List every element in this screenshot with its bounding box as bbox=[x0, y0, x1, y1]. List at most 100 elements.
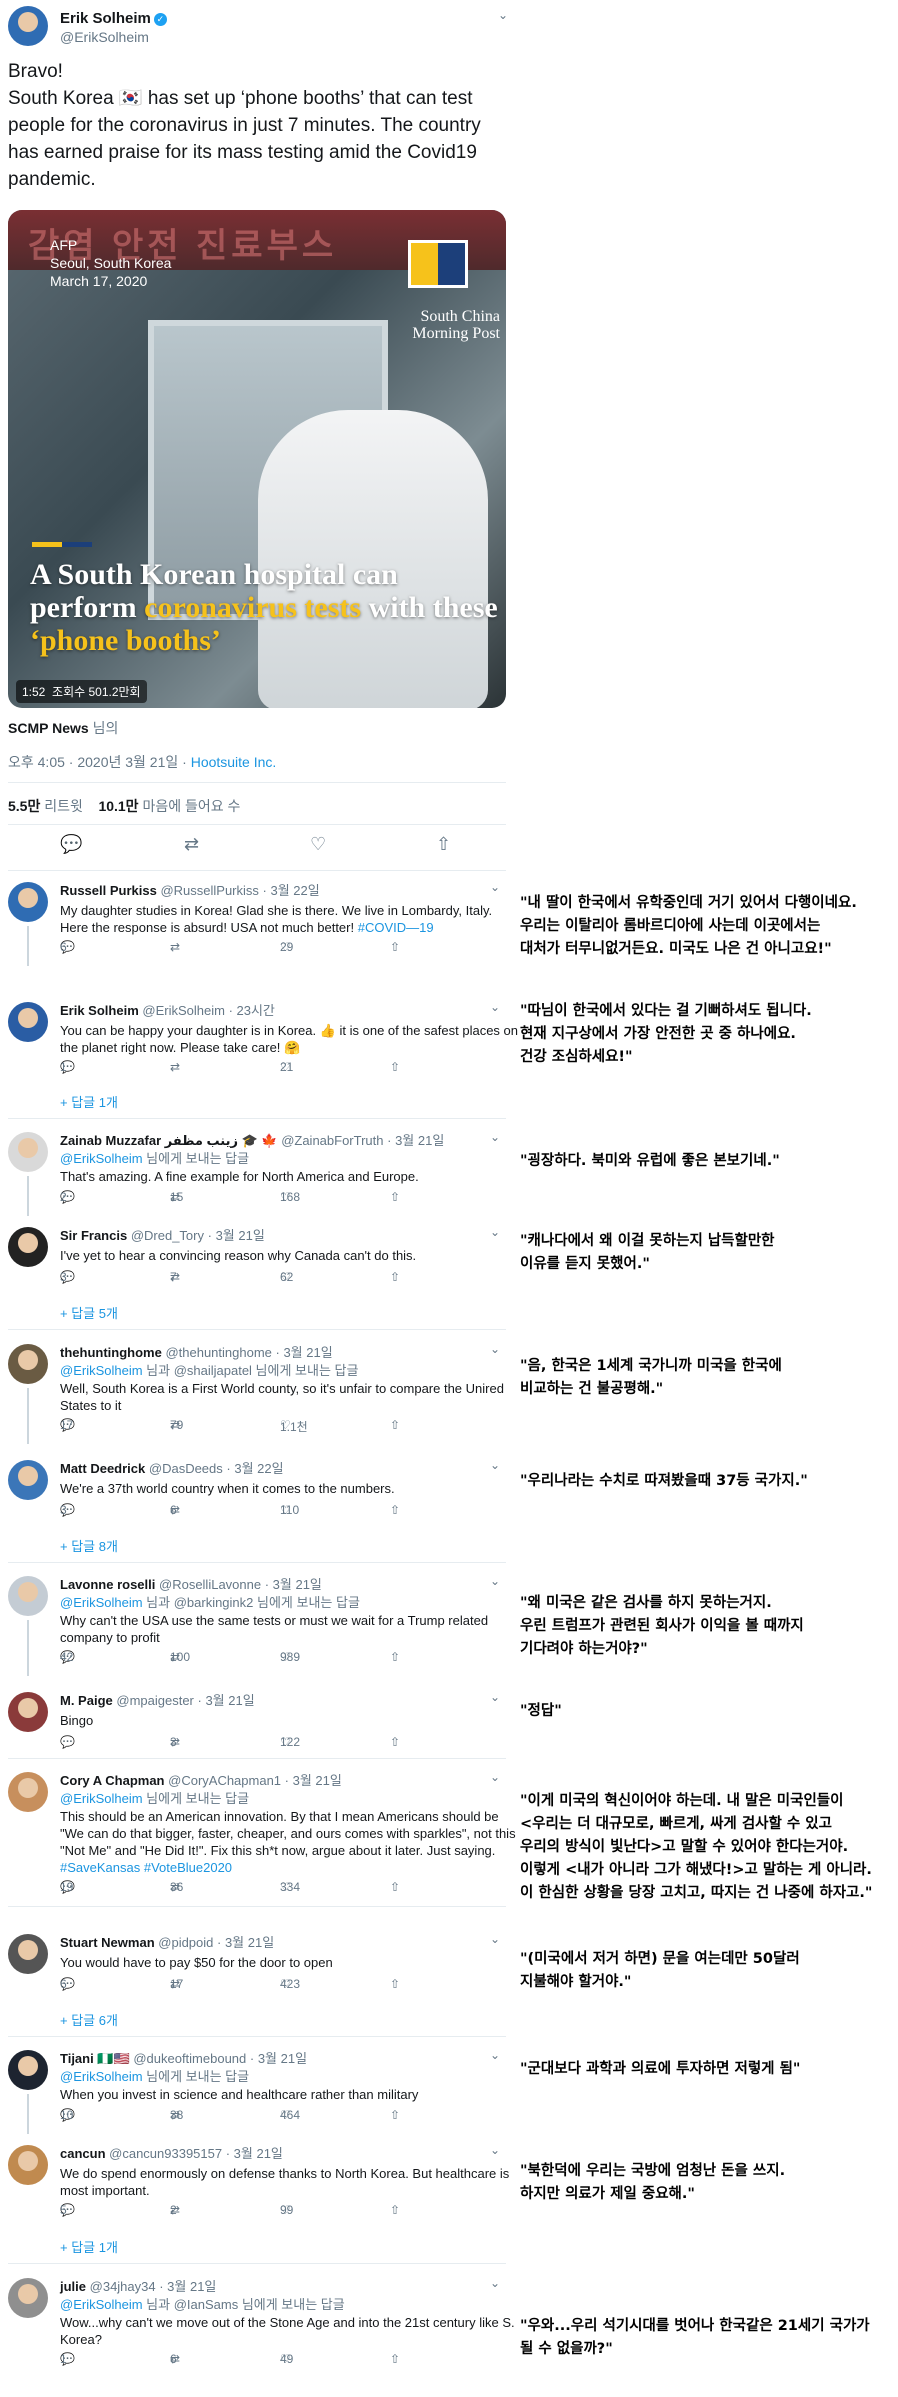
reply-hashtag[interactable]: #COVID—19 bbox=[358, 920, 434, 935]
video-player[interactable]: 감염 안전 진료부스 AFP Seoul, South Korea March … bbox=[8, 210, 506, 708]
show-more-replies[interactable]: + 답글 1개 bbox=[60, 2237, 118, 2256]
like-icon[interactable]: ♡ bbox=[310, 834, 326, 855]
avatar[interactable] bbox=[8, 1772, 48, 1812]
share-icon[interactable]: ⇧ bbox=[390, 2203, 400, 2217]
avatar[interactable] bbox=[8, 1576, 48, 1616]
reply-author-handle[interactable]: @thehuntinghome bbox=[165, 1345, 271, 1360]
share-icon[interactable]: ⇧ bbox=[390, 1735, 400, 1749]
avatar[interactable] bbox=[8, 1002, 48, 1042]
like-label[interactable]: 마음에 들어요 수 bbox=[139, 798, 240, 814]
reply-author-handle[interactable]: @ZainabForTruth bbox=[281, 1133, 383, 1148]
reply-author-handle[interactable]: @mpaigester bbox=[116, 1693, 194, 1708]
reply-to-handle[interactable]: @ErikSolheim bbox=[60, 1363, 143, 1378]
share-icon[interactable]: ⇧ bbox=[390, 1270, 400, 1284]
avatar[interactable] bbox=[8, 2050, 48, 2090]
show-more-replies[interactable]: + 답글 8개 bbox=[60, 1536, 118, 1555]
reply-time[interactable]: · 3월 22일 bbox=[263, 883, 320, 898]
reply-author-handle[interactable]: @DasDeeds bbox=[149, 1461, 223, 1476]
reply-to-handle[interactable]: @ErikSolheim bbox=[60, 1151, 143, 1166]
retweet-count[interactable]: 5.5만 bbox=[8, 798, 40, 814]
share-icon[interactable]: ⇧ bbox=[390, 1880, 400, 1894]
share-icon[interactable]: ⇧ bbox=[390, 1418, 400, 1432]
like-count[interactable]: 10.1만 bbox=[98, 798, 138, 814]
share-icon[interactable]: ⇧ bbox=[390, 1190, 400, 1204]
reply-author-handle[interactable]: @cancun93395157 bbox=[109, 2146, 222, 2161]
avatar[interactable] bbox=[8, 1132, 48, 1172]
reply-time[interactable]: · 3월 21일 bbox=[265, 1577, 322, 1592]
reply-time[interactable]: · 3월 22일 bbox=[226, 1461, 283, 1476]
reply-author-name[interactable]: Matt Deedrick bbox=[60, 1461, 145, 1476]
chevron-down-icon[interactable]: ⌄ bbox=[498, 8, 508, 22]
via-account[interactable]: SCMP News bbox=[8, 720, 89, 736]
chevron-down-icon[interactable]: ⌄ bbox=[490, 1458, 500, 1472]
reply-time[interactable]: · 3월 21일 bbox=[276, 1345, 333, 1360]
chevron-down-icon[interactable]: ⌄ bbox=[490, 1130, 500, 1144]
share-icon[interactable]: ⇧ bbox=[390, 1060, 400, 1074]
chevron-down-icon[interactable]: ⌄ bbox=[490, 1690, 500, 1704]
reply-author-handle[interactable]: @ErikSolheim bbox=[142, 1003, 225, 1018]
reply-time[interactable]: · 3월 21일 bbox=[159, 2279, 216, 2294]
chevron-down-icon[interactable]: ⌄ bbox=[490, 2143, 500, 2157]
reply-time[interactable]: · 3월 21일 bbox=[217, 1935, 274, 1950]
retweet-icon[interactable]: ⇄ bbox=[170, 1060, 180, 1074]
avatar[interactable] bbox=[8, 1344, 48, 1384]
avatar[interactable] bbox=[8, 1934, 48, 1974]
share-icon[interactable]: ⇧ bbox=[436, 834, 451, 855]
reply-author-handle[interactable]: @dukeoftimebound bbox=[133, 2051, 246, 2066]
reply-to-handle[interactable]: @ErikSolheim bbox=[60, 2069, 143, 2084]
reply-author-handle[interactable]: @pidpoid bbox=[158, 1935, 213, 1950]
reply-author-handle[interactable]: @Dred_Tory bbox=[131, 1228, 204, 1243]
reply-author-name[interactable]: Zainab Muzzafar زینب مظفر 🎓 🍁 bbox=[60, 1133, 278, 1148]
reply-author-name[interactable]: Tijani 🇳🇬🇺🇸 bbox=[60, 2051, 130, 2066]
share-icon[interactable]: ⇧ bbox=[390, 2108, 400, 2122]
retweet-label[interactable]: 리트윗 bbox=[40, 798, 83, 814]
retweet-icon[interactable]: ⇄ bbox=[170, 940, 180, 954]
avatar[interactable] bbox=[8, 2278, 48, 2318]
timestamp-text[interactable]: 오후 4:05 · 2020년 3월 21일 · bbox=[8, 754, 191, 770]
reply-author-name[interactable]: Cory A Chapman bbox=[60, 1773, 165, 1788]
reply-hashtag[interactable]: #SaveKansas #VoteBlue2020 bbox=[60, 1860, 232, 1875]
chevron-down-icon[interactable]: ⌄ bbox=[490, 1574, 500, 1588]
retweet-icon[interactable]: ⇄ bbox=[184, 834, 199, 855]
share-icon[interactable]: ⇧ bbox=[390, 1977, 400, 1991]
show-more-replies[interactable]: + 답글 6개 bbox=[60, 2010, 118, 2029]
reply-time[interactable]: · 3월 21일 bbox=[198, 1693, 255, 1708]
chevron-down-icon[interactable]: ⌄ bbox=[490, 1770, 500, 1784]
reply-author-name[interactable]: M. Paige bbox=[60, 1693, 113, 1708]
reply-author-name[interactable]: Stuart Newman bbox=[60, 1935, 155, 1950]
reply-to-handle[interactable]: @ErikSolheim bbox=[60, 2297, 143, 2312]
reply-icon[interactable]: 💬 bbox=[60, 1735, 75, 1749]
show-more-replies[interactable]: + 답글 1개 bbox=[60, 1092, 118, 1111]
author-handle[interactable]: @ErikSolheim bbox=[60, 29, 149, 45]
source-app-link[interactable]: Hootsuite Inc. bbox=[191, 754, 277, 770]
reply-author-name[interactable]: cancun bbox=[60, 2146, 106, 2161]
chevron-down-icon[interactable]: ⌄ bbox=[490, 880, 500, 894]
reply-to-handle[interactable]: @ErikSolheim bbox=[60, 1595, 143, 1610]
chevron-down-icon[interactable]: ⌄ bbox=[490, 2048, 500, 2062]
avatar[interactable] bbox=[8, 1460, 48, 1500]
reply-author-name[interactable]: Sir Francis bbox=[60, 1228, 127, 1243]
reply-author-handle[interactable]: @CoryAChapman1 bbox=[168, 1773, 281, 1788]
reply-author-name[interactable]: thehuntinghome bbox=[60, 1345, 162, 1360]
reply-time[interactable]: · 23시간 bbox=[229, 1003, 275, 1018]
author-name-text[interactable]: Erik Solheim bbox=[60, 10, 151, 27]
avatar[interactable] bbox=[8, 1692, 48, 1732]
reply-author-handle[interactable]: @RussellPurkiss bbox=[160, 883, 258, 898]
reply-author-handle[interactable]: @34jhay34 bbox=[90, 2279, 156, 2294]
share-icon[interactable]: ⇧ bbox=[390, 2352, 400, 2366]
reply-time[interactable]: · 3월 21일 bbox=[250, 2051, 307, 2066]
avatar[interactable] bbox=[8, 1227, 48, 1267]
reply-author-name[interactable]: Erik Solheim bbox=[60, 1003, 139, 1018]
chevron-down-icon[interactable]: ⌄ bbox=[490, 1342, 500, 1356]
chevron-down-icon[interactable]: ⌄ bbox=[490, 2276, 500, 2290]
share-icon[interactable]: ⇧ bbox=[390, 1503, 400, 1517]
reply-author-name[interactable]: Russell Purkiss bbox=[60, 883, 157, 898]
chevron-down-icon[interactable]: ⌄ bbox=[490, 1225, 500, 1239]
reply-time[interactable]: · 3월 21일 bbox=[285, 1773, 342, 1788]
reply-icon[interactable]: 💬 bbox=[60, 834, 82, 855]
reply-author-name[interactable]: Lavonne roselli bbox=[60, 1577, 155, 1592]
reply-author-handle[interactable]: @RoselliLavonne bbox=[159, 1577, 261, 1592]
reply-time[interactable]: · 3월 21일 bbox=[387, 1133, 444, 1148]
chevron-down-icon[interactable]: ⌄ bbox=[490, 1932, 500, 1946]
avatar[interactable] bbox=[8, 6, 48, 46]
